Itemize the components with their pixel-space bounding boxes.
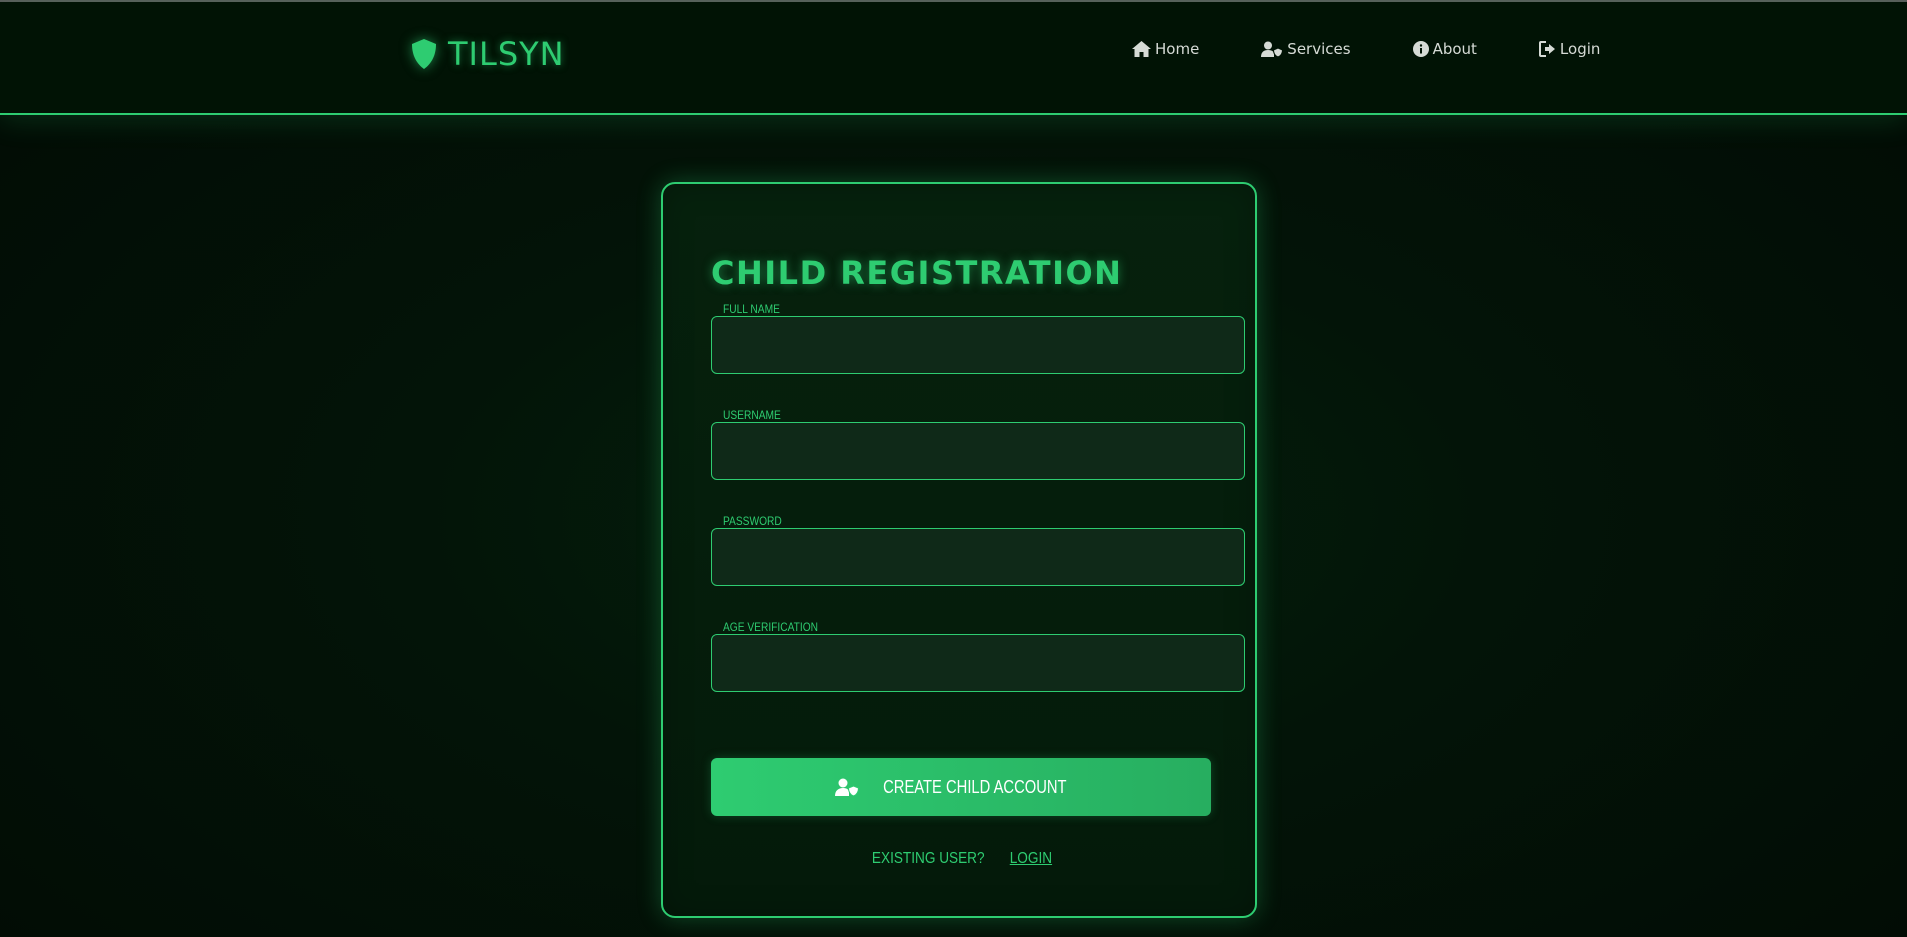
create-child-account-button[interactable]: CREATE CHILD ACCOUNT xyxy=(711,758,1211,816)
user-shield-icon xyxy=(1261,41,1284,57)
username-label: USERNAME xyxy=(723,408,781,422)
nav-home-label: Home xyxy=(1155,40,1200,58)
home-icon xyxy=(1132,41,1151,57)
password-input[interactable] xyxy=(711,528,1245,586)
nav-login[interactable]: Login xyxy=(1538,40,1601,58)
login-link[interactable]: LOGIN xyxy=(1010,850,1052,868)
nav-login-label: Login xyxy=(1559,40,1601,58)
user-shield-icon xyxy=(835,778,860,796)
password-label: PASSWORD xyxy=(723,514,782,528)
brand-logo[interactable]: TILSYN xyxy=(410,34,565,74)
age-verification-label: AGE VERIFICATION xyxy=(723,620,819,634)
full-name-label: FULL NAME xyxy=(723,302,780,316)
brand-name: TILSYN xyxy=(448,35,565,73)
form-title: CHILD REGISTRATION xyxy=(711,254,1123,292)
sign-in-icon xyxy=(1538,41,1555,57)
existing-user-row: EXISTING USER? LOGIN xyxy=(663,850,1255,868)
info-circle-icon xyxy=(1412,41,1429,57)
nav-services[interactable]: Services xyxy=(1261,40,1351,58)
nav-services-label: Services xyxy=(1287,40,1351,58)
full-name-input[interactable] xyxy=(711,316,1245,374)
existing-user-text: EXISTING USER? xyxy=(871,850,985,867)
nav-home[interactable]: Home xyxy=(1132,40,1199,58)
nav-about-label: About xyxy=(1432,40,1477,58)
shield-icon xyxy=(412,39,436,69)
registration-card: CHILD REGISTRATION FULL NAME USERNAME PA… xyxy=(661,182,1257,918)
create-child-account-label: CREATE CHILD ACCOUNT xyxy=(883,776,1067,797)
nav-about[interactable]: About xyxy=(1412,40,1477,58)
main-nav: Home Services About Login xyxy=(1132,40,1600,58)
username-input[interactable] xyxy=(711,422,1245,480)
navbar: TILSYN Home Services About Login xyxy=(0,2,1907,115)
age-verification-input[interactable] xyxy=(711,634,1245,692)
